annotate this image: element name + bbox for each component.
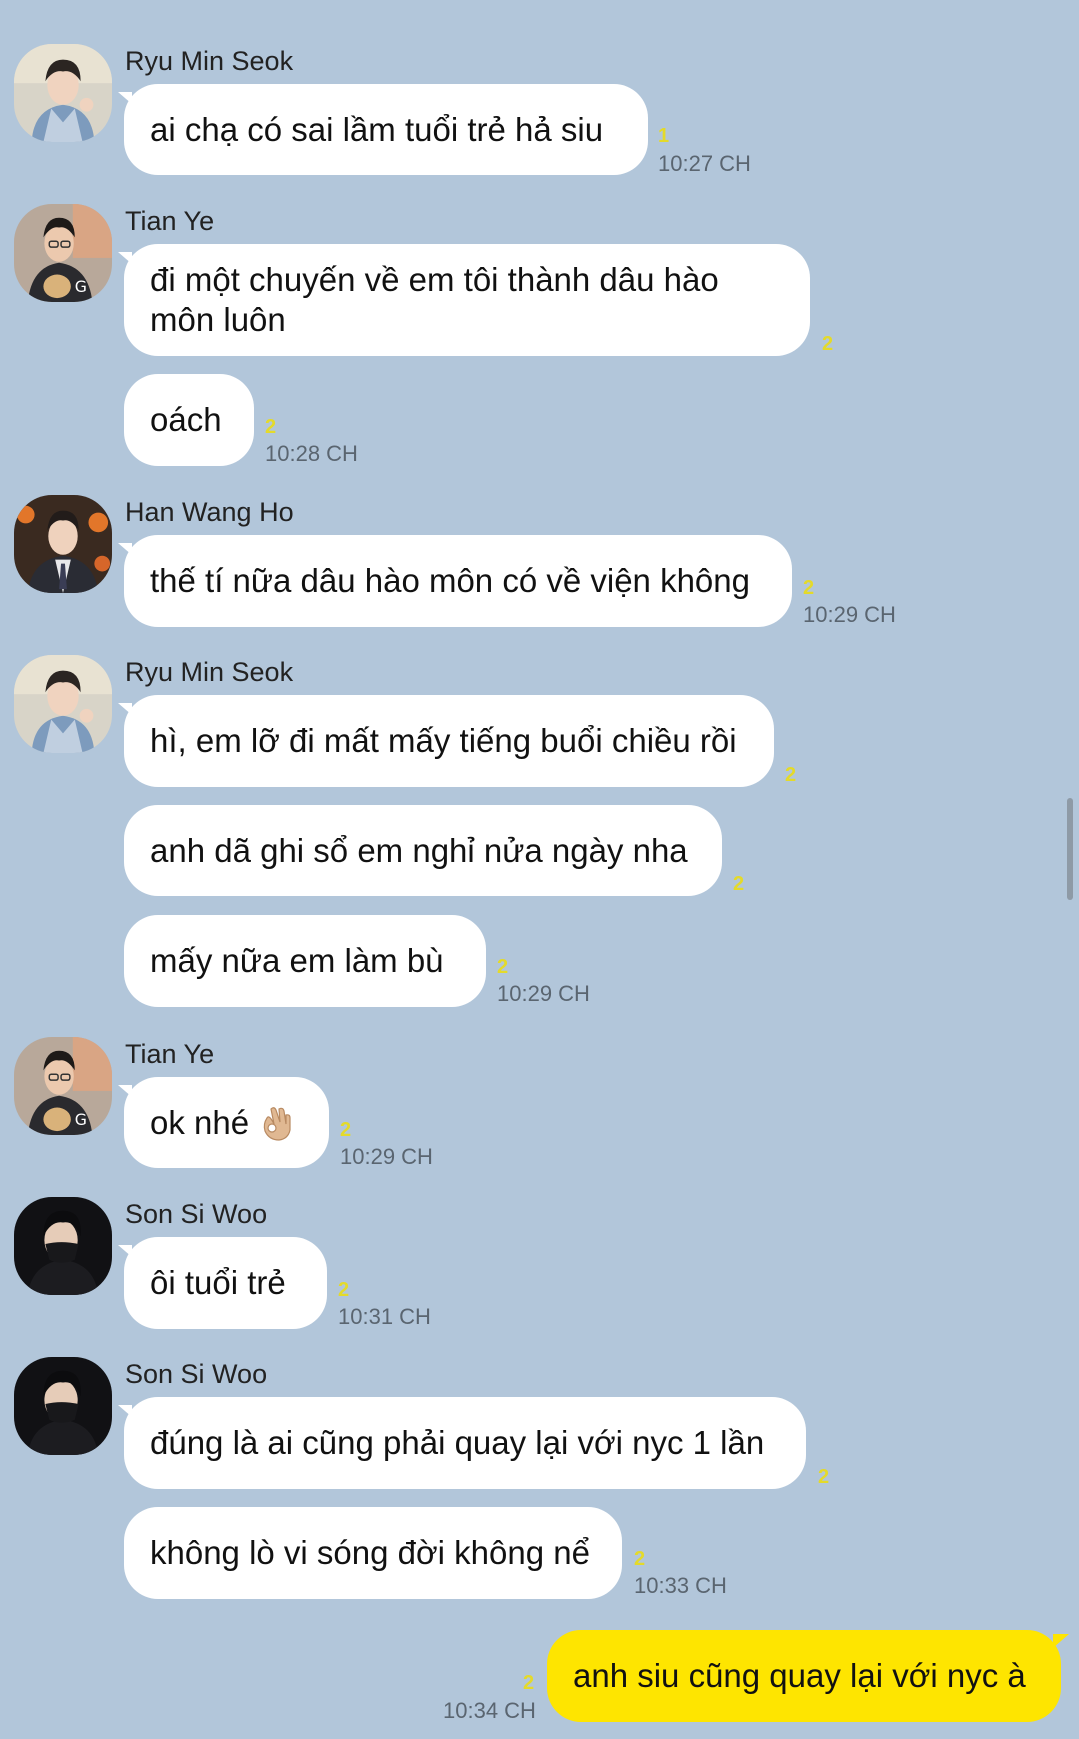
unread-count: 2 <box>523 1672 535 1694</box>
message-time: 10:31 CH <box>338 1304 431 1329</box>
message-bubble[interactable]: ok nhé <box>118 1077 329 1168</box>
unread-count: 2 <box>803 577 815 599</box>
scrollbar[interactable] <box>1067 798 1073 900</box>
message-text: ai chạ có sai lầm tuổi trẻ hả siu <box>150 110 604 148</box>
message-time: 10:29 CH <box>497 981 590 1006</box>
unread-count: 2 <box>338 1279 350 1301</box>
message-time: 10:33 CH <box>634 1573 727 1598</box>
message-time: 10:34 CH <box>443 1698 536 1723</box>
message-text: không lò vi sóng đời không nể <box>150 1534 590 1571</box>
unread-count: 1 <box>658 125 670 147</box>
avatar[interactable] <box>14 44 112 142</box>
message-text: thế tí nữa dâu hào môn có về viện không <box>150 562 750 599</box>
sender-name: Son Si Woo <box>125 1199 268 1229</box>
unread-count: 2 <box>818 1466 830 1488</box>
unread-count: 2 <box>634 1548 646 1570</box>
message-bubble[interactable]: oách <box>124 374 254 466</box>
unread-count: 2 <box>265 416 277 438</box>
message-text: oách <box>150 401 222 438</box>
sender-name: Tian Ye <box>125 1039 215 1069</box>
avatar[interactable] <box>14 1357 112 1455</box>
message-bubble[interactable]: hì, em lỡ đi mất mấy tiếng buổi chiều rồ… <box>118 695 774 787</box>
message-time: 10:29 CH <box>340 1144 433 1169</box>
sender-name: Son Si Woo <box>125 1359 268 1389</box>
message-bubble[interactable]: đúng là ai cũng phải quay lại với nyc 1 … <box>118 1397 806 1489</box>
message-text: đi một chuyến về em tôi thành dâu hào mô… <box>150 261 719 338</box>
my-message-bubble[interactable]: anh siu cũng quay lại với nyc à <box>547 1630 1069 1722</box>
sender-name: Ryu Min Seok <box>125 657 294 687</box>
message-bubble[interactable]: đi một chuyến về em tôi thành dâu hào mô… <box>118 244 810 356</box>
avatar[interactable] <box>14 1037 112 1135</box>
message-text: đúng là ai cũng phải quay lại với nyc 1 … <box>150 1424 765 1461</box>
message-text: hì, em lỡ đi mất mấy tiếng buổi chiều rồ… <box>150 722 737 759</box>
avatar[interactable] <box>14 1197 112 1295</box>
message-text: anh dã ghi sổ em nghỉ nửa ngày nha <box>150 831 688 869</box>
message-text: mấy nữa em làm bù <box>150 942 444 979</box>
message-text: ok nhé <box>150 1103 250 1141</box>
message-bubble[interactable]: mấy nữa em làm bù <box>124 915 486 1007</box>
message-bubble[interactable]: anh dã ghi sổ em nghỉ nửa ngày nha <box>124 805 722 896</box>
ok-hand-icon <box>263 1106 291 1141</box>
message-bubble[interactable]: ai chạ có sai lầm tuổi trẻ hả siu <box>118 84 648 175</box>
avatar[interactable] <box>14 204 112 302</box>
message-bubble[interactable]: ôi tuổi trẻ <box>118 1237 327 1329</box>
unread-count: 2 <box>733 873 745 895</box>
message-text: anh siu cũng quay lại với nyc à <box>573 1657 1026 1694</box>
message-bubble[interactable]: không lò vi sóng đời không nể <box>124 1507 622 1599</box>
message-bubble[interactable]: thế tí nữa dâu hào môn có về viện không <box>118 535 792 627</box>
unread-count: 2 <box>822 333 834 355</box>
sender-name: Tian Ye <box>125 206 215 236</box>
unread-count: 2 <box>340 1119 352 1141</box>
message-text: ôi tuổi trẻ <box>150 1264 286 1301</box>
message-time: 10:27 CH <box>658 151 751 176</box>
avatar[interactable] <box>14 655 112 753</box>
avatar[interactable] <box>14 495 112 593</box>
message-time: 10:28 CH <box>265 441 358 466</box>
message-time: 10:29 CH <box>803 602 896 627</box>
unread-count: 2 <box>497 956 509 978</box>
sender-name: Han Wang Ho <box>125 497 294 527</box>
sender-name: Ryu Min Seok <box>125 46 294 76</box>
unread-count: 2 <box>785 764 797 786</box>
chat-screen: { "messages": [ {"sender": "Ryu Min Seok… <box>0 0 1079 1739</box>
